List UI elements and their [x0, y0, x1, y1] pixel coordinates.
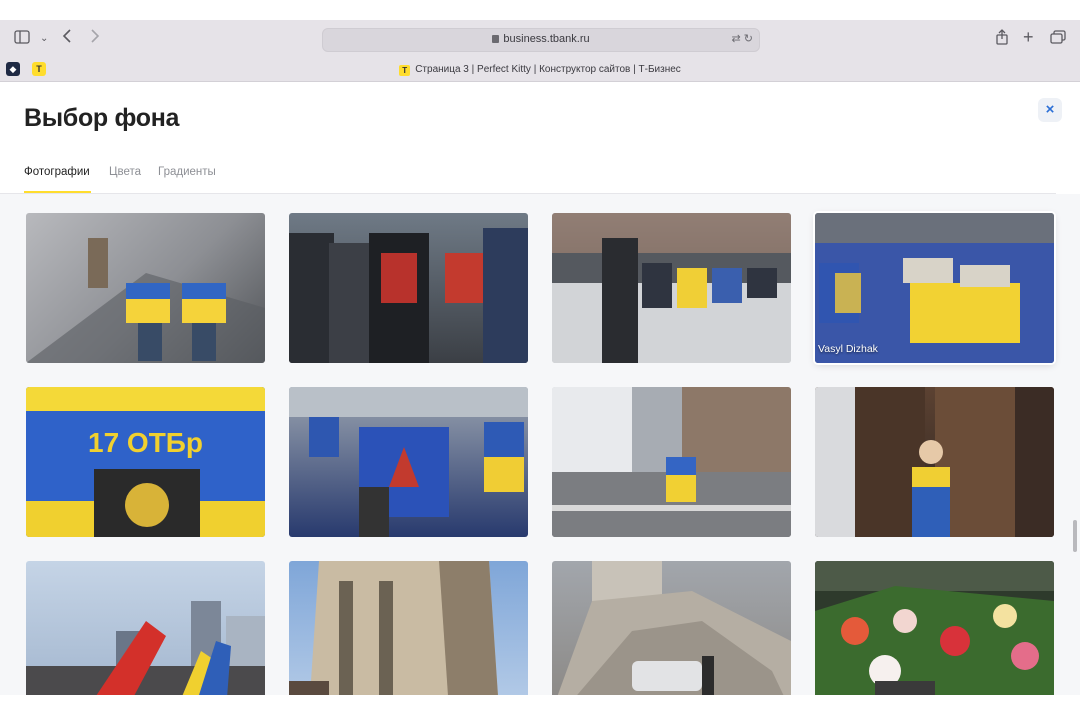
lock-icon — [492, 35, 500, 43]
photo-caption: Vasyl Dizhak — [818, 343, 878, 355]
photo-image — [815, 561, 1054, 695]
photo-tile[interactable] — [289, 213, 528, 363]
share-icon[interactable] — [995, 29, 1009, 50]
photo-image — [289, 387, 528, 537]
tbank-favicon: T — [399, 65, 411, 76]
active-tab[interactable]: T Страница 3 | Perfect Kitty | Конструкто… — [0, 64, 1080, 76]
photo-tile[interactable]: 17 ОТБр — [26, 387, 265, 537]
photo-tile[interactable] — [552, 387, 791, 537]
chevron-down-icon[interactable]: ⌄ — [40, 30, 48, 48]
photo-tile[interactable] — [289, 387, 528, 537]
photo-tile[interactable] — [26, 213, 265, 363]
url-text: business.tbank.ru — [503, 33, 590, 45]
photo-image — [552, 213, 791, 363]
tab-gradients[interactable]: Градиенты — [158, 166, 216, 178]
photo-image — [815, 387, 1054, 537]
photo-tile[interactable] — [552, 561, 791, 695]
modal-title: Выбор фона — [24, 104, 180, 132]
photo-tile[interactable] — [815, 561, 1054, 695]
back-icon[interactable] — [62, 29, 72, 48]
photo-image — [815, 213, 1054, 363]
tab-overview-icon[interactable] — [1050, 30, 1066, 49]
svg-text:17 ОТБр: 17 ОТБр — [88, 427, 203, 458]
photo-tile[interactable] — [289, 561, 528, 695]
tab-photos[interactable]: Фотографии — [24, 166, 90, 178]
photo-image — [289, 228, 528, 363]
tab-colors[interactable]: Цвета — [109, 166, 141, 178]
tab-title-text: Страница 3 | Perfect Kitty | Конструктор… — [415, 64, 681, 75]
sidebar-toggle-icon[interactable] — [14, 30, 30, 49]
photo-tile[interactable]: Vasyl Dizhak — [815, 213, 1054, 363]
new-tab-icon[interactable]: + — [1023, 28, 1034, 46]
photo-image — [552, 387, 791, 537]
photo-image — [289, 561, 498, 695]
scrollbar-thumb[interactable] — [1073, 520, 1077, 552]
photo-tile[interactable] — [552, 213, 791, 363]
forward-icon[interactable] — [90, 29, 100, 48]
close-button[interactable]: × — [1038, 98, 1062, 122]
browser-toolbar: ⌄ business.tbank.ru ⇄ ↻ + ◆ T T Страница … — [0, 20, 1080, 82]
photo-image: 17 ОТБр — [26, 387, 265, 537]
photo-grid: Vasyl Dizhak 17 ОТБр — [0, 194, 1080, 695]
translate-icon[interactable]: ⇄ ↻ — [732, 32, 754, 45]
tab-bar: ◆ T T Страница 3 | Perfect Kitty | Констр… — [0, 60, 1080, 80]
photo-tile[interactable] — [26, 561, 265, 695]
photo-image — [26, 601, 265, 695]
address-bar[interactable]: business.tbank.ru ⇄ ↻ — [322, 28, 760, 52]
photo-image — [557, 561, 791, 695]
photo-tile[interactable] — [815, 387, 1054, 537]
photo-image — [26, 238, 265, 363]
